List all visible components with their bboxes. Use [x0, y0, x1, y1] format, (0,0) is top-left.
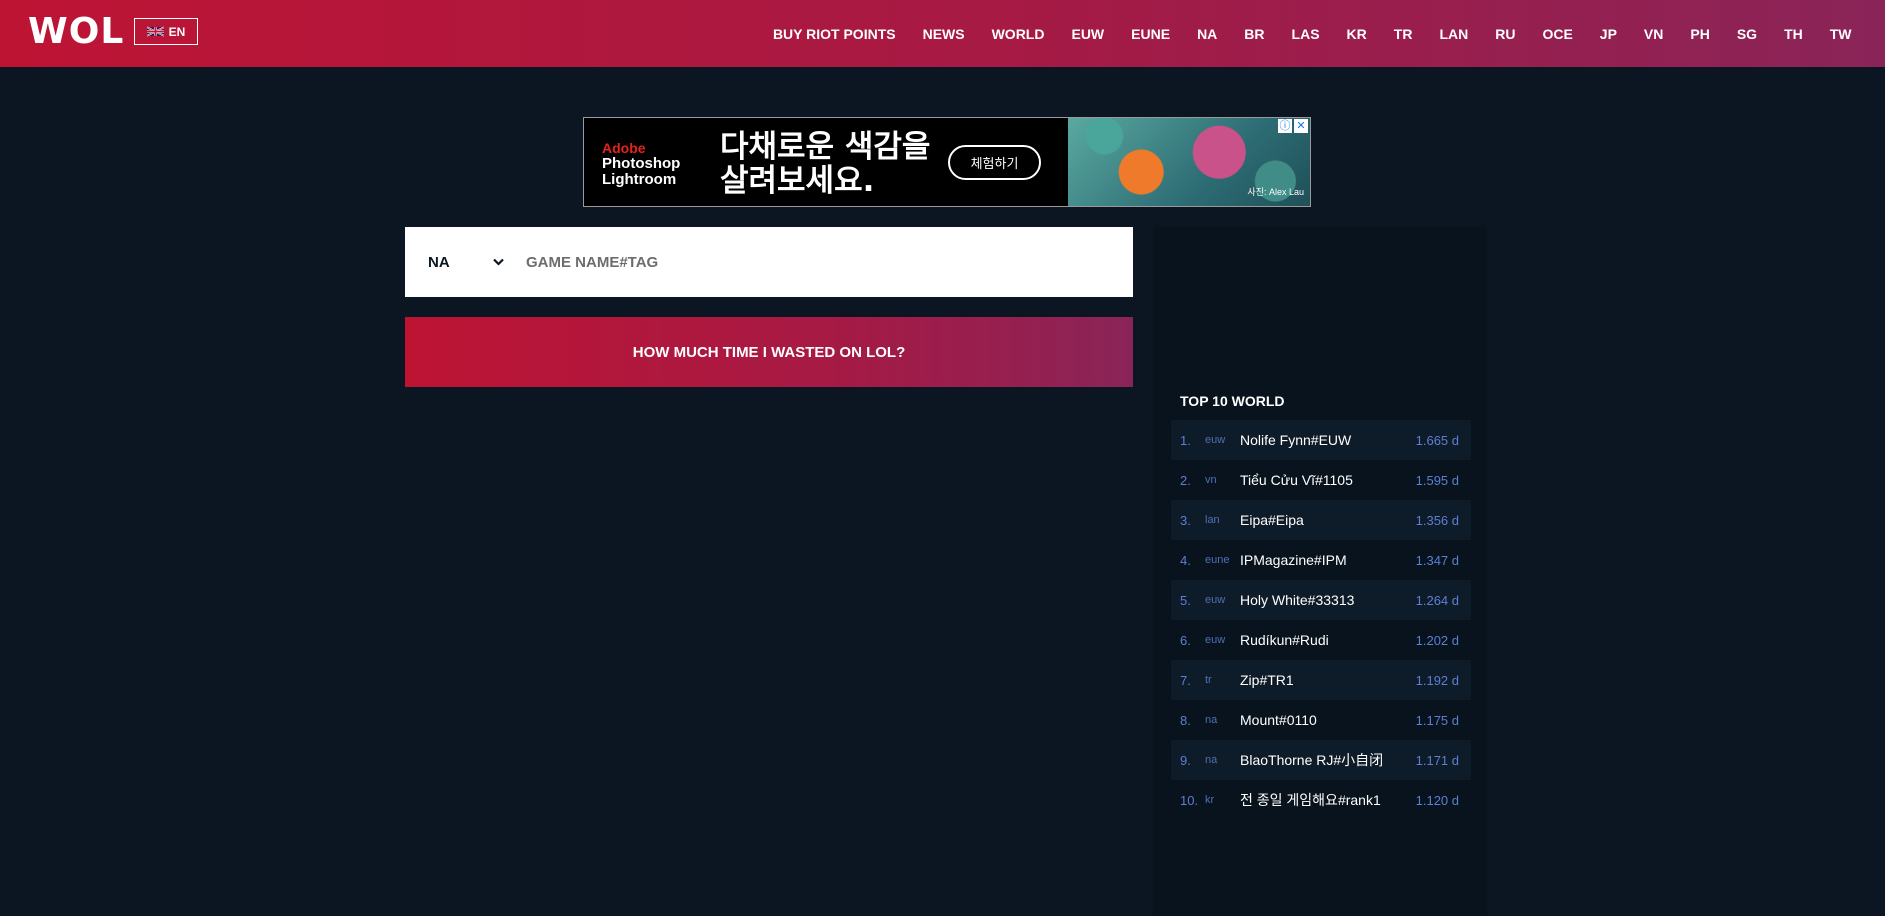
- chevron-down-icon: [493, 258, 504, 266]
- rank-player-name: Rudíkun#Rudi: [1240, 632, 1329, 648]
- nav-tw[interactable]: TW: [1816, 26, 1865, 42]
- top10-row[interactable]: 1. euw Nolife Fynn#EUW 1.665 d: [1171, 420, 1471, 460]
- rank-time: 1.120 d: [1415, 792, 1459, 808]
- nav-ph[interactable]: PH: [1677, 26, 1723, 42]
- rank-player-name: 전 종일 게임해요#rank1: [1240, 792, 1381, 808]
- top10-row[interactable]: 7. tr Zip#TR1 1.192 d: [1171, 660, 1471, 700]
- ad-artwork: 사진: Alex Lau: [1068, 118, 1310, 206]
- rank-number: 8.: [1180, 712, 1191, 728]
- ad-banner[interactable]: Adobe Photoshop Lightroom 다채로운 색감을 살려보세요…: [583, 117, 1311, 207]
- nav-tr[interactable]: TR: [1380, 26, 1426, 42]
- nav-th[interactable]: TH: [1771, 26, 1817, 42]
- rank-number: 4.: [1180, 552, 1191, 568]
- rank-time: 1.192 d: [1415, 672, 1459, 688]
- ad-headline-line2: 살려보세요.: [720, 163, 875, 199]
- top10-list: 1. euw Nolife Fynn#EUW 1.665 d 2. vn Tiể…: [1171, 420, 1471, 820]
- rank-number: 10.: [1180, 792, 1199, 808]
- nav-ru[interactable]: RU: [1482, 26, 1529, 42]
- top10-row[interactable]: 4. eune IPMagazine#IPM 1.347 d: [1171, 540, 1471, 580]
- ad-brand-adobe: Adobe: [602, 140, 646, 156]
- rank-region: euw: [1205, 594, 1226, 606]
- rank-player-name: IPMagazine#IPM: [1240, 552, 1347, 568]
- nav-na[interactable]: NA: [1184, 26, 1231, 42]
- rank-player-name: Mount#0110: [1240, 712, 1317, 728]
- rank-region: vn: [1205, 474, 1217, 486]
- nav-lan[interactable]: LAN: [1426, 26, 1482, 42]
- nav-sg[interactable]: SG: [1723, 26, 1770, 42]
- top10-row[interactable]: 8. na Mount#0110 1.175 d: [1171, 700, 1471, 740]
- rank-region: na: [1205, 714, 1218, 726]
- top10-sidebar: TOP 10 WORLD 1. euw Nolife Fynn#EUW 1.66…: [1153, 227, 1487, 916]
- rank-player-name: Zip#TR1: [1240, 672, 1294, 688]
- rank-player-name: Eipa#Eipa: [1240, 512, 1304, 528]
- rank-player-name: Nolife Fynn#EUW: [1240, 432, 1352, 448]
- rank-region: kr: [1205, 794, 1215, 806]
- rank-time: 1.665 d: [1415, 432, 1459, 448]
- rank-number: 7.: [1180, 672, 1191, 688]
- rank-number: 5.: [1180, 592, 1191, 608]
- rank-region: tr: [1205, 674, 1212, 686]
- uk-flag-icon: [146, 26, 164, 37]
- site-header: WOL EN BUY RIOT POINTS NEWS WORLD EUW EU…: [0, 0, 1885, 67]
- rank-region: na: [1205, 754, 1218, 766]
- top10-row[interactable]: 6. euw Rudíkun#Rudi 1.202 d: [1171, 620, 1471, 660]
- nav-euw[interactable]: EUW: [1058, 26, 1118, 42]
- language-selector[interactable]: EN: [134, 18, 198, 45]
- rank-player-name: BlaoThorne RJ#小自闭: [1240, 752, 1384, 768]
- rank-region: lan: [1205, 514, 1220, 526]
- nav-world[interactable]: WORLD: [978, 26, 1058, 42]
- ad-brand: Adobe Photoshop Lightroom: [602, 140, 680, 188]
- rank-region: euw: [1205, 634, 1226, 646]
- language-label: EN: [168, 24, 186, 39]
- rank-number: 6.: [1180, 632, 1191, 648]
- ad-choices: ⓘ ✕: [1278, 119, 1308, 133]
- nav-las[interactable]: LAS: [1278, 26, 1333, 42]
- rank-number: 3.: [1180, 512, 1191, 528]
- rank-time: 1.264 d: [1415, 592, 1459, 608]
- top10-row[interactable]: 10. kr 전 종일 게임해요#rank1 1.120 d: [1171, 780, 1471, 820]
- summoner-search-box: NA: [405, 227, 1133, 297]
- nav-eune[interactable]: EUNE: [1118, 26, 1184, 42]
- nav-news[interactable]: NEWS: [909, 26, 978, 42]
- rank-time: 1.171 d: [1415, 752, 1459, 768]
- region-select-value: NA: [428, 253, 450, 271]
- rank-time: 1.347 d: [1415, 552, 1459, 568]
- ad-brand-lightroom: Lightroom: [602, 171, 677, 188]
- rank-region: euw: [1205, 434, 1226, 446]
- nav-vn[interactable]: VN: [1630, 26, 1676, 42]
- ad-headline: 다채로운 색감을 살려보세요.: [720, 130, 930, 198]
- rank-time: 1.356 d: [1415, 512, 1459, 528]
- rank-number: 9.: [1180, 752, 1191, 768]
- top10-title: TOP 10 WORLD: [1180, 393, 1285, 409]
- nav-jp[interactable]: JP: [1586, 26, 1630, 42]
- rank-player-name: Tiểu Cửu Vĩ#1105: [1240, 472, 1353, 488]
- top10-row[interactable]: 5. euw Holy White#33313 1.264 d: [1171, 580, 1471, 620]
- rank-number: 1.: [1180, 432, 1191, 448]
- ad-brand-photoshop: Photoshop: [602, 155, 681, 172]
- nav-oce[interactable]: OCE: [1529, 26, 1586, 42]
- main-nav: BUY RIOT POINTS NEWS WORLD EUW EUNE NA B…: [759, 0, 1865, 67]
- rank-player-name: Holy White#33313: [1240, 592, 1355, 608]
- ad-info-icon[interactable]: ⓘ: [1278, 119, 1292, 133]
- ad-headline-line1: 다채로운 색감을: [720, 129, 931, 165]
- rank-number: 2.: [1180, 472, 1191, 488]
- nav-kr[interactable]: KR: [1333, 26, 1380, 42]
- top10-row[interactable]: 3. lan Eipa#Eipa 1.356 d: [1171, 500, 1471, 540]
- search-submit-button[interactable]: HOW MUCH TIME I WASTED ON LOL?: [405, 317, 1133, 387]
- nav-buy-riot-points[interactable]: BUY RIOT POINTS: [759, 26, 909, 42]
- rank-time: 1.595 d: [1415, 472, 1459, 488]
- site-logo[interactable]: WOL: [28, 12, 124, 52]
- region-select[interactable]: NA: [428, 254, 504, 271]
- ad-close-icon[interactable]: ✕: [1294, 119, 1308, 133]
- top10-row[interactable]: 2. vn Tiểu Cửu Vĩ#1105 1.595 d: [1171, 460, 1471, 500]
- top10-row[interactable]: 9. na BlaoThorne RJ#小自闭 1.171 d: [1171, 740, 1471, 780]
- ad-credit: 사진: Alex Lau: [1247, 187, 1304, 197]
- nav-br[interactable]: BR: [1231, 26, 1278, 42]
- ad-cta-button[interactable]: 체험하기: [948, 145, 1041, 180]
- rank-region: eune: [1205, 554, 1230, 566]
- rank-time: 1.175 d: [1415, 712, 1459, 728]
- rank-time: 1.202 d: [1415, 632, 1459, 648]
- game-name-input[interactable]: [526, 253, 1106, 271]
